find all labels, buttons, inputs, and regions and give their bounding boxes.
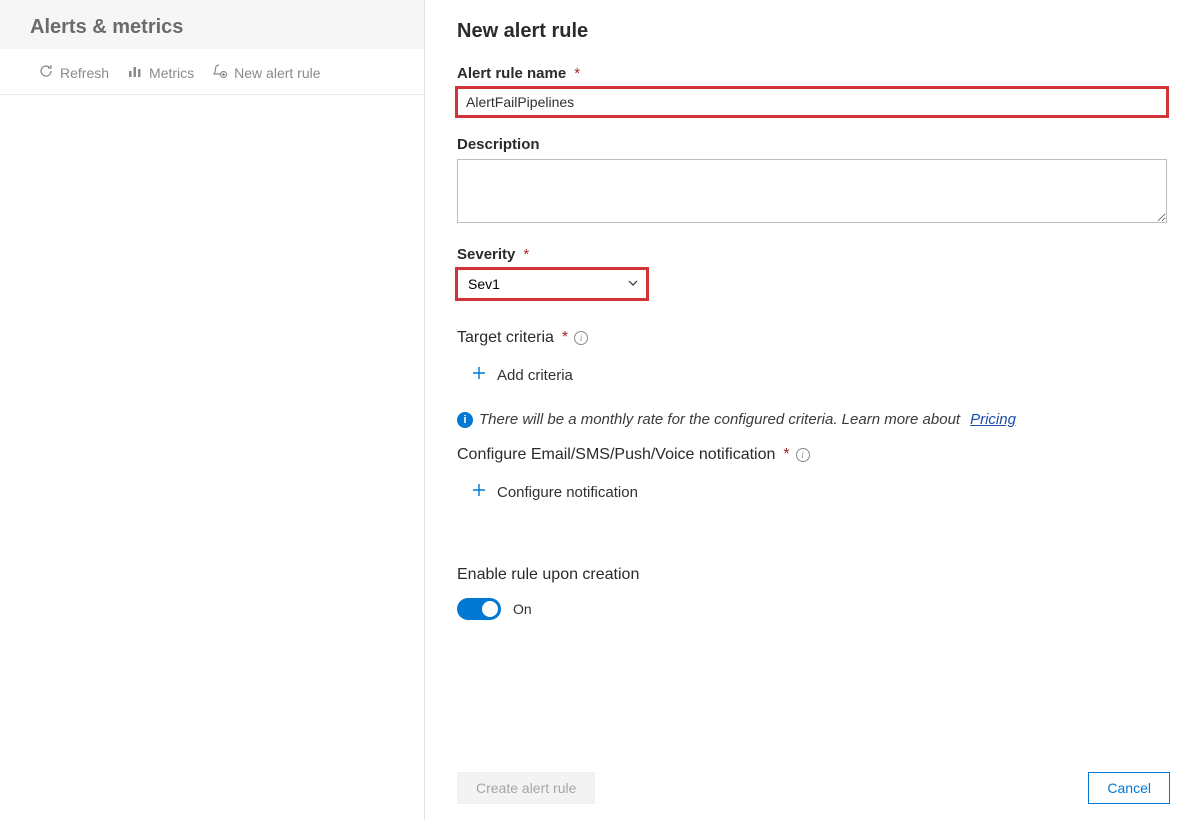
cancel-button[interactable]: Cancel bbox=[1088, 772, 1170, 804]
name-label: Alert rule name bbox=[457, 65, 566, 82]
left-header: Alerts & metrics bbox=[0, 0, 424, 49]
pricing-link[interactable]: Pricing bbox=[970, 411, 1016, 428]
field-severity: Severity * Sev1 bbox=[457, 246, 1170, 299]
enable-rule-label: Enable rule upon creation bbox=[457, 566, 639, 584]
notification-label-row: Configure Email/SMS/Push/Voice notificat… bbox=[457, 446, 1170, 464]
left-panel: Alerts & metrics Refresh bbox=[0, 0, 425, 820]
metrics-label: Metrics bbox=[149, 65, 194, 81]
pricing-notice: i There will be a monthly rate for the c… bbox=[457, 411, 1170, 428]
toggle-state-label: On bbox=[513, 601, 532, 617]
configure-notification-button[interactable]: Configure notification bbox=[457, 478, 638, 506]
add-criteria-button[interactable]: Add criteria bbox=[457, 361, 573, 389]
create-alert-rule-button[interactable]: Create alert rule bbox=[457, 772, 595, 804]
refresh-button[interactable]: Refresh bbox=[38, 63, 109, 82]
refresh-label: Refresh bbox=[60, 65, 109, 81]
form-title: New alert rule bbox=[457, 20, 1170, 43]
bar-chart-icon bbox=[127, 63, 143, 82]
field-name: Alert rule name * bbox=[457, 65, 1170, 116]
new-alert-rule-button[interactable]: New alert rule bbox=[212, 63, 320, 82]
plus-icon bbox=[471, 365, 487, 385]
notification-label: Configure Email/SMS/Push/Voice notificat… bbox=[457, 446, 775, 464]
required-asterisk: * bbox=[562, 329, 568, 347]
plus-icon bbox=[471, 482, 487, 502]
severity-select[interactable]: Sev1 bbox=[457, 269, 647, 299]
description-input[interactable] bbox=[457, 159, 1167, 223]
enable-rule-toggle[interactable] bbox=[457, 598, 501, 620]
target-criteria-label: Target criteria bbox=[457, 329, 554, 347]
metrics-button[interactable]: Metrics bbox=[127, 63, 194, 82]
enable-rule-toggle-row: On bbox=[457, 598, 1170, 620]
required-asterisk: * bbox=[574, 65, 580, 82]
info-solid-icon: i bbox=[457, 412, 473, 428]
field-description: Description bbox=[457, 136, 1170, 226]
description-label: Description bbox=[457, 136, 540, 153]
new-alert-rule-label: New alert rule bbox=[234, 65, 320, 81]
severity-label: Severity bbox=[457, 246, 515, 263]
left-panel-title: Alerts & metrics bbox=[30, 16, 394, 39]
toggle-knob bbox=[482, 601, 498, 617]
configure-notification-label: Configure notification bbox=[497, 484, 638, 501]
enable-rule-label-row: Enable rule upon creation bbox=[457, 566, 1170, 584]
add-criteria-label: Add criteria bbox=[497, 367, 573, 384]
info-icon[interactable]: i bbox=[574, 331, 588, 345]
target-criteria-label-row: Target criteria * i bbox=[457, 329, 1170, 347]
description-label-row: Description bbox=[457, 136, 1170, 153]
alert-add-icon bbox=[212, 63, 228, 82]
severity-label-row: Severity * bbox=[457, 246, 1170, 263]
severity-select-wrap: Sev1 bbox=[457, 269, 647, 299]
alert-rule-name-input[interactable] bbox=[457, 88, 1167, 116]
info-icon[interactable]: i bbox=[796, 448, 810, 462]
refresh-icon bbox=[38, 63, 54, 82]
right-panel: New alert rule Alert rule name * Descrip… bbox=[425, 0, 1190, 820]
pricing-notice-text: There will be a monthly rate for the con… bbox=[479, 411, 960, 428]
form-footer: Create alert rule Cancel bbox=[457, 762, 1170, 820]
required-asterisk: * bbox=[523, 246, 529, 263]
required-asterisk: * bbox=[783, 446, 789, 464]
alert-form: Alert rule name * Description Severity * bbox=[457, 65, 1170, 762]
left-toolbar: Refresh Metrics bbox=[0, 49, 424, 95]
name-label-row: Alert rule name * bbox=[457, 65, 1170, 82]
left-body bbox=[0, 95, 424, 820]
